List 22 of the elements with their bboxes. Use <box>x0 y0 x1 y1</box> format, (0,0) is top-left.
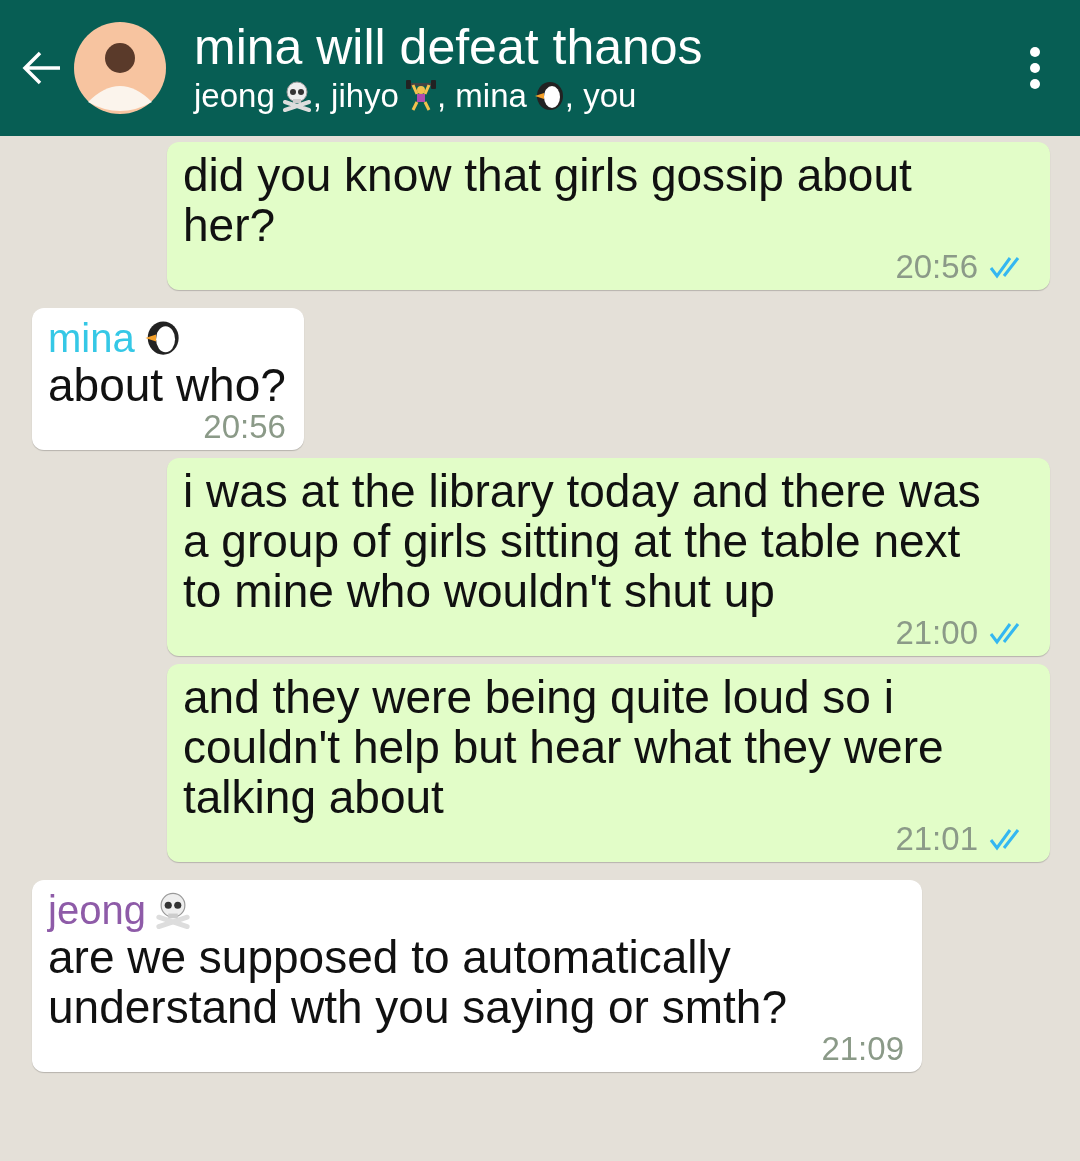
message-time: 21:09 <box>821 1032 904 1066</box>
message-time: 20:56 <box>203 410 286 444</box>
message-text: about who? <box>48 360 286 410</box>
weightlifter-icon <box>404 80 437 112</box>
member-name: , you <box>564 76 637 116</box>
message-text: i was at the library today and there was a group of girls sitting at the table next to mine who wouldn't shut up <box>183 466 982 616</box>
group-title: mina will defeat thanos <box>194 20 704 74</box>
message-time: 21:00 <box>895 616 978 650</box>
message-time: 21:01 <box>895 822 978 856</box>
skull-crossbones-icon <box>153 891 192 929</box>
member-name: jeong <box>194 76 275 116</box>
menu-icon[interactable] <box>1028 46 1042 90</box>
message-text: did you know that girls gossip about her? <box>183 150 913 250</box>
skull-crossbones-icon <box>280 80 313 112</box>
message-text: and they were being quite loud so i couldn't help but hear what they were talking about <box>183 672 945 822</box>
member-name: , mina <box>436 76 527 116</box>
message-text: are we supposed to automatically understand wth you saying or smth? <box>48 932 788 1032</box>
sender-name: jeong <box>48 888 146 932</box>
sender-name: mina <box>48 316 135 360</box>
group-avatar[interactable] <box>74 22 166 114</box>
member-name: , jihyo <box>312 76 399 116</box>
message-time: 20:56 <box>895 250 978 284</box>
